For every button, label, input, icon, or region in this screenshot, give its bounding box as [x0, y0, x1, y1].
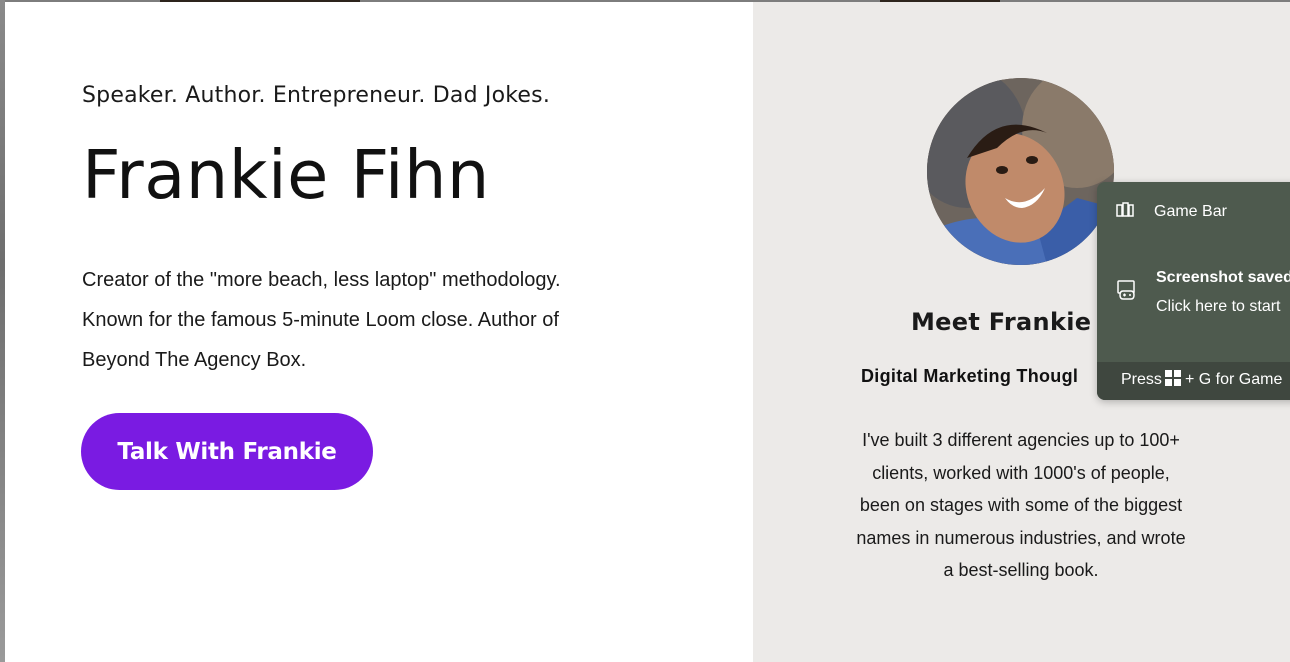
bio-line: clients, worked with 1000's of people, [872, 462, 1170, 483]
toast-link[interactable]: Click here to start [1156, 298, 1280, 316]
talk-with-frankie-button[interactable]: Talk With Frankie [81, 413, 373, 490]
game-controller-icon [1116, 279, 1138, 306]
portrait-image [927, 78, 1114, 265]
gamebar-footer: Press + G for Game [1097, 362, 1290, 400]
windows-key-icon [1165, 370, 1181, 391]
avatar [927, 78, 1114, 265]
toast-title: Screenshot saved [1156, 269, 1290, 286]
page-title: Frankie Fihn [82, 136, 490, 214]
bio-line: I've built 3 different agencies up to 10… [862, 430, 1180, 450]
bio-line: been on stages with some of the biggest [859, 495, 1183, 515]
footer-prefix: Press [1121, 371, 1162, 388]
bio-line: names in numerous industries, and wrote [856, 527, 1186, 548]
hero-description-line: Known for the famous 5-minute Loom close… [82, 309, 559, 331]
about-heading: Meet Frankie F [911, 308, 1117, 336]
footer-suffix: + G for Game [1185, 371, 1283, 388]
hero-description-line: Beyond The Agency Box. [82, 349, 307, 371]
bio-line: a best-selling book. [943, 560, 1099, 580]
about-bio: I've built 3 different agencies up to 10… [820, 424, 1222, 587]
hero-description: Creator of the "more beach, less laptop"… [82, 260, 682, 380]
window-left-edge [0, 0, 5, 662]
game-bar-notification[interactable]: Game Bar Screenshot saved Click here to … [1097, 182, 1290, 400]
about-role: Digital Marketing Thougl [861, 366, 1079, 386]
hero-description-line: Creator of the "more beach, less laptop"… [82, 269, 561, 291]
hero-tagline: Speaker. Author. Entrepreneur. Dad Jokes… [82, 83, 551, 108]
gamebar-title: Game Bar [1154, 203, 1227, 220]
gamebar-widgets-icon [1116, 202, 1134, 223]
